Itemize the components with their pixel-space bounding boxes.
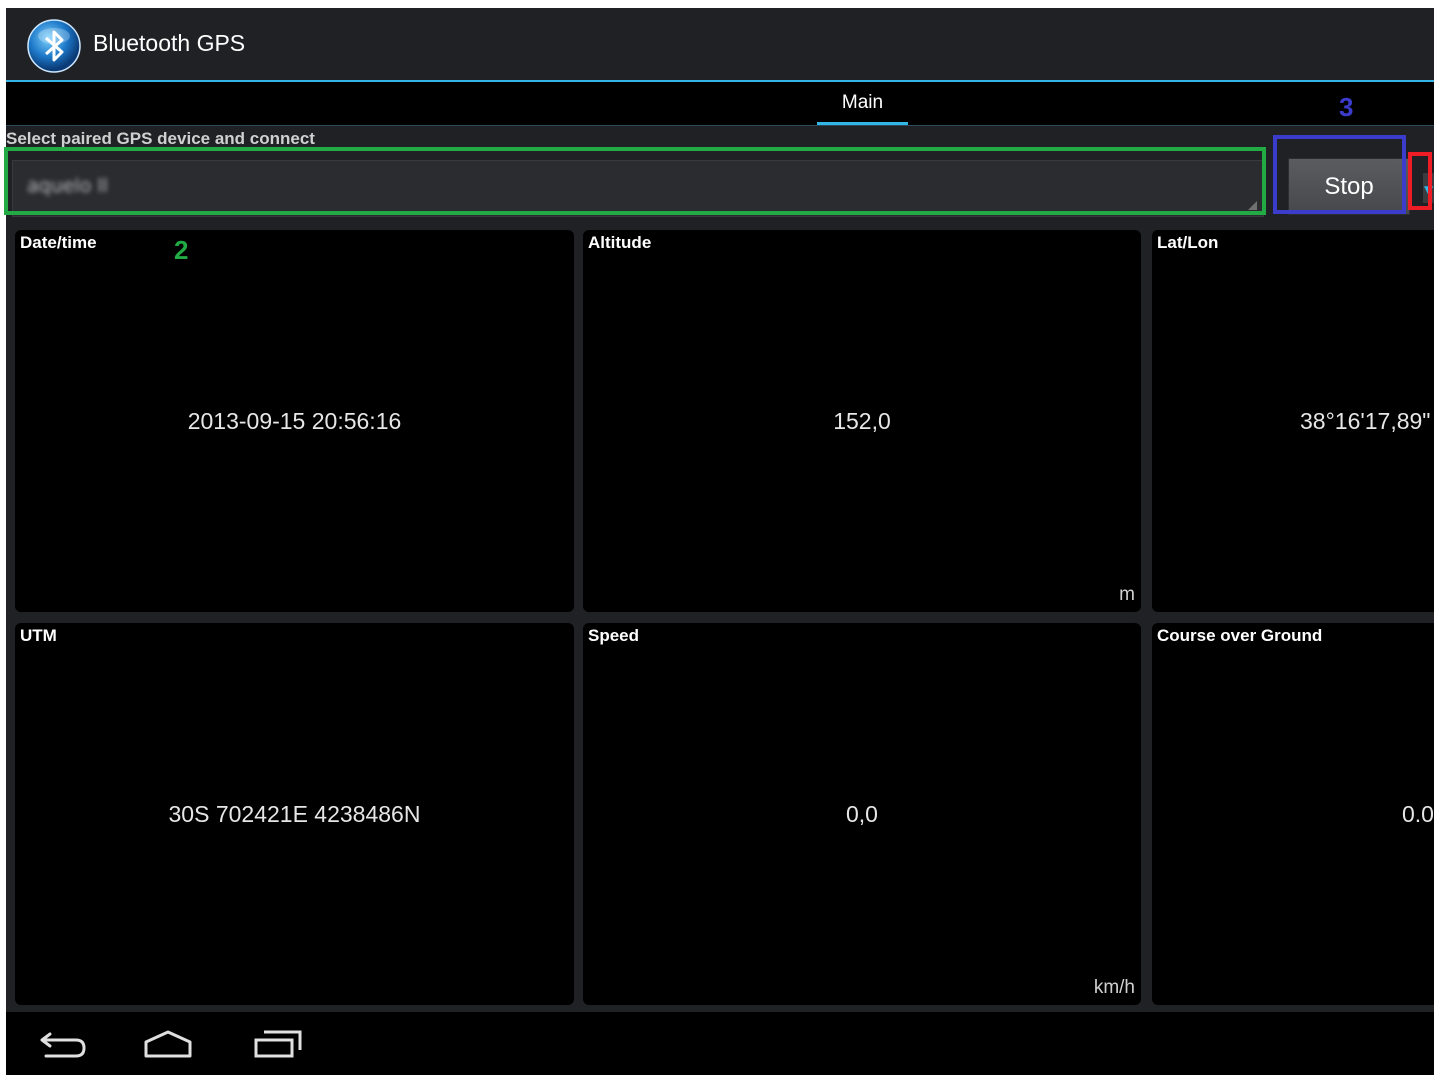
annotation-box-green (4, 147, 1266, 215)
datetime-title: Date/time (20, 233, 97, 252)
system-navigation-bar (6, 1012, 1434, 1075)
tab-strip: Main (6, 82, 1434, 126)
panel-altitude: 152,0 Altitude m (583, 230, 1141, 612)
speed-title: Speed (588, 626, 640, 645)
annotation-box-red (1408, 152, 1432, 210)
latlon-title: Lat/Lon (1157, 233, 1219, 252)
device-select-label: Select paired GPS device and connect (6, 129, 315, 148)
altitude-value: 152,0 (833, 407, 891, 434)
annotation-number-2: 2 (174, 235, 189, 265)
tab-selected-indicator (817, 122, 908, 125)
panel-datetime: 2013-09-15 20:56:16 Date/time (15, 230, 574, 612)
action-bar: Bluetooth GPS (6, 8, 1434, 82)
back-icon[interactable] (32, 1024, 92, 1064)
datetime-value: 2013-09-15 20:56:16 (187, 407, 402, 434)
tab-main-label: Main (841, 92, 884, 113)
annotation-box-blue (1273, 135, 1406, 214)
panel-speed: 0,0 Speed km/h (583, 623, 1141, 1005)
speed-unit: km/h (1093, 977, 1135, 998)
panel-latlon: 38°16'17,89" Lat/Lon (1152, 230, 1434, 612)
course-value: 0.0 (1402, 800, 1434, 827)
altitude-unit: m (1119, 584, 1135, 605)
recent-apps-icon[interactable] (246, 1024, 306, 1064)
panel-course: 0.0 Course over Ground (1152, 623, 1434, 1005)
app-title: Bluetooth GPS (93, 30, 246, 56)
latlon-value: 38°16'17,89" (1300, 407, 1431, 434)
utm-title: UTM (20, 626, 57, 645)
altitude-title: Altitude (588, 233, 652, 252)
bluetooth-icon[interactable] (26, 18, 82, 74)
home-icon[interactable] (138, 1024, 198, 1064)
speed-value: 0,0 (846, 800, 878, 827)
utm-value: 30S 702421E 4238486N (168, 800, 421, 827)
course-title: Course over Ground (1157, 626, 1323, 645)
tab-main[interactable]: Main (817, 82, 908, 125)
panel-utm: 30S 702421E 4238486N UTM (15, 623, 574, 1005)
annotation-number-3: 3 (1339, 92, 1354, 122)
